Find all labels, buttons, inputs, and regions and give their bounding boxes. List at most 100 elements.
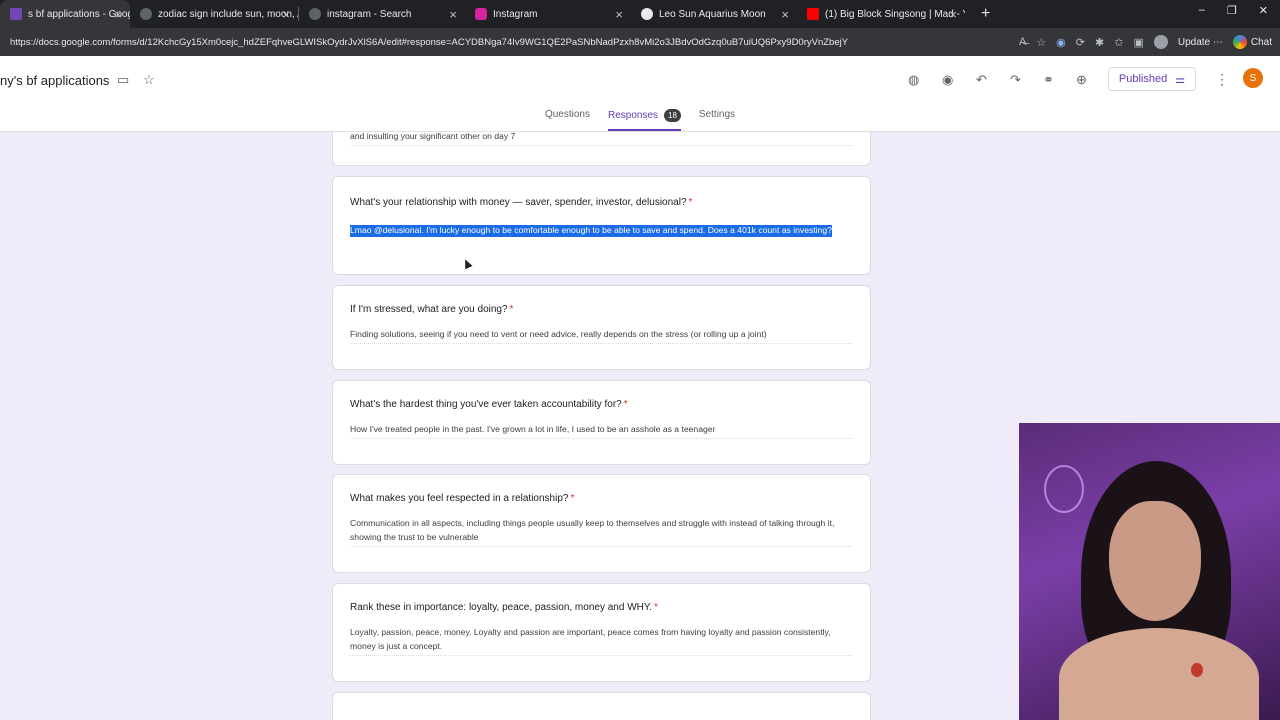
question-text: What's your relationship with money — sa… [350, 197, 853, 208]
forms-favicon-icon [10, 8, 22, 20]
minimize-icon[interactable]: – [1199, 4, 1205, 17]
tune-icon: ⚌ [1175, 73, 1186, 86]
tab-settings[interactable]: Settings [699, 109, 735, 131]
answer-text-selected[interactable]: Lmao @delusional. I'm lucky enough to be… [350, 225, 832, 237]
refresh-extension-icon[interactable]: ⟳ [1076, 36, 1085, 49]
profile-avatar[interactable]: S [1243, 68, 1263, 88]
tab-title: Leo Sun Aquarius Moon [659, 8, 766, 20]
question-text: What's the hardest thing you've ever tak… [350, 399, 853, 410]
tab-questions[interactable]: Questions [545, 109, 590, 131]
tab-responses-label: Responses [607, 110, 658, 121]
tab-title: Instagram [493, 8, 538, 20]
palette-icon[interactable]: ◍ [908, 72, 919, 88]
question-text: Rank these in importance: loyalty, peace… [350, 602, 853, 613]
close-window-icon[interactable]: ✕ [1259, 4, 1268, 17]
question-label: Rank these in importance: loyalty, peace… [350, 602, 653, 613]
window-controls: – ❐ ✕ [1199, 4, 1268, 17]
bookmark-star-icon[interactable]: ☆ [1036, 36, 1046, 49]
tab-zodiac-search[interactable]: zodiac sign include sun, moon, AN × [130, 0, 298, 28]
star-icon[interactable]: ☆ [143, 72, 155, 88]
close-tab-icon[interactable]: × [949, 7, 957, 22]
tab-instagram-search[interactable]: instagram - Search × [299, 0, 465, 28]
close-tab-icon[interactable]: × [615, 7, 623, 22]
address-bar: https://docs.google.com/forms/d/12KchcGy… [0, 28, 1280, 56]
neon-sign-icon [1044, 465, 1084, 513]
answer-text: Communication in all aspects, including … [350, 516, 853, 547]
update-label: Update [1177, 36, 1211, 48]
answer-text: and insulting your significant other on … [350, 132, 853, 146]
answer-text: Finding solutions, seeing if you need to… [350, 327, 853, 344]
required-marker: * [623, 399, 628, 410]
folder-icon[interactable]: ▭ [117, 72, 129, 88]
response-card [332, 692, 871, 720]
update-button[interactable]: Update ⋯ [1178, 37, 1223, 48]
add-collaborator-icon[interactable]: ⊕ [1076, 72, 1087, 88]
webcam-overlay [1019, 423, 1280, 720]
favorites-icon[interactable]: ✩ [1114, 36, 1123, 49]
instagram-favicon-icon [475, 8, 487, 20]
form-tabs: Questions Responses 18 Settings [0, 109, 1280, 131]
tab-google-forms[interactable]: s bf applications - Google For × [0, 0, 130, 28]
tab-title: instagram - Search [327, 8, 412, 20]
chat-button[interactable]: Chat [1232, 35, 1272, 49]
answer-wrapper: Lmao @delusional. I'm lucky enough to be… [350, 222, 853, 237]
extension-icon[interactable]: ◉ [1056, 36, 1066, 49]
answer-text: How I've treated people in the past. I'v… [350, 422, 853, 439]
published-button[interactable]: Published ⚌ [1108, 67, 1196, 91]
tab-instagram[interactable]: Instagram × [465, 0, 631, 28]
browser-tab-strip: s bf applications - Google For × zodiac … [0, 0, 1280, 28]
link-icon[interactable]: ⚭ [1043, 72, 1054, 88]
tab-title: (1) Big Block Singsong | Mad - You [825, 8, 965, 20]
close-tab-icon[interactable]: × [781, 7, 789, 22]
undo-icon[interactable]: ↶ [976, 72, 987, 88]
globe-favicon-icon [641, 8, 653, 20]
url-field[interactable]: https://docs.google.com/forms/d/12KchcGy… [10, 37, 970, 48]
restore-icon[interactable]: ❐ [1227, 4, 1237, 17]
answer-text: Loyalty, passion, peace, money. Loyalty … [350, 625, 853, 656]
tab-leo-sun[interactable]: Leo Sun Aquarius Moon × [631, 0, 797, 28]
required-marker: * [509, 304, 514, 315]
translate-icon[interactable]: A̶ [1019, 36, 1026, 48]
preview-eye-icon[interactable]: ◉ [942, 72, 953, 88]
chat-label: Chat [1250, 36, 1272, 48]
response-card: What's the hardest thing you've ever tak… [332, 380, 871, 465]
required-marker: * [688, 197, 693, 208]
redo-icon[interactable]: ↷ [1010, 72, 1021, 88]
question-label: What makes you feel respected in a relat… [350, 493, 569, 504]
toolbar-icons: A̶ ☆ ◉ ⟳ ✱ ✩ ▣ Update ⋯ Chat [1019, 35, 1272, 49]
necklace-pendant [1191, 663, 1203, 677]
question-label: What's the hardest thing you've ever tak… [350, 399, 622, 410]
response-card: Rank these in importance: loyalty, peace… [332, 583, 871, 682]
person-body [1059, 628, 1259, 720]
youtube-favicon-icon [807, 8, 819, 20]
browser-avatar[interactable] [1153, 35, 1168, 49]
question-label: If I'm stressed, what are you doing? [350, 304, 508, 315]
published-label: Published [1118, 73, 1168, 85]
forms-header: ny's bf applications ▭ ☆ ◍ ◉ ↶ ↷ ⚭ ⊕ Pub… [0, 56, 1280, 132]
required-marker: * [570, 493, 575, 504]
collections-icon[interactable]: ▣ [1133, 36, 1143, 49]
required-marker: * [654, 602, 658, 613]
response-card: What's your relationship with money — sa… [332, 176, 871, 275]
response-card: If I'm stressed, what are you doing? * Fi… [332, 285, 871, 370]
close-tab-icon[interactable]: × [114, 7, 122, 22]
tab-title: zodiac sign include sun, moon, AN [158, 8, 298, 20]
copilot-icon [1232, 35, 1247, 49]
question-text: What makes you feel respected in a relat… [350, 493, 853, 504]
close-tab-icon[interactable]: × [449, 7, 457, 22]
question-text: If I'm stressed, what are you doing? * [350, 304, 853, 315]
more-options-icon[interactable]: ⋮ [1215, 71, 1229, 88]
tab-responses[interactable]: Responses 18 [607, 109, 681, 131]
form-title[interactable]: ny's bf applications [0, 73, 109, 88]
response-card: and insulting your significant other on … [332, 132, 871, 166]
new-tab-button[interactable]: + [981, 5, 990, 23]
search-favicon-icon [140, 8, 152, 20]
response-card: What makes you feel respected in a relat… [332, 474, 871, 573]
person-face [1109, 501, 1201, 621]
close-tab-icon[interactable]: × [282, 7, 290, 22]
responses-count-badge: 18 [664, 109, 681, 122]
puzzle-icon[interactable]: ✱ [1095, 36, 1104, 49]
tab-youtube[interactable]: (1) Big Block Singsong | Mad - You × [797, 0, 965, 28]
question-label: What's your relationship with money — sa… [350, 197, 687, 208]
search-favicon-icon [309, 8, 321, 20]
